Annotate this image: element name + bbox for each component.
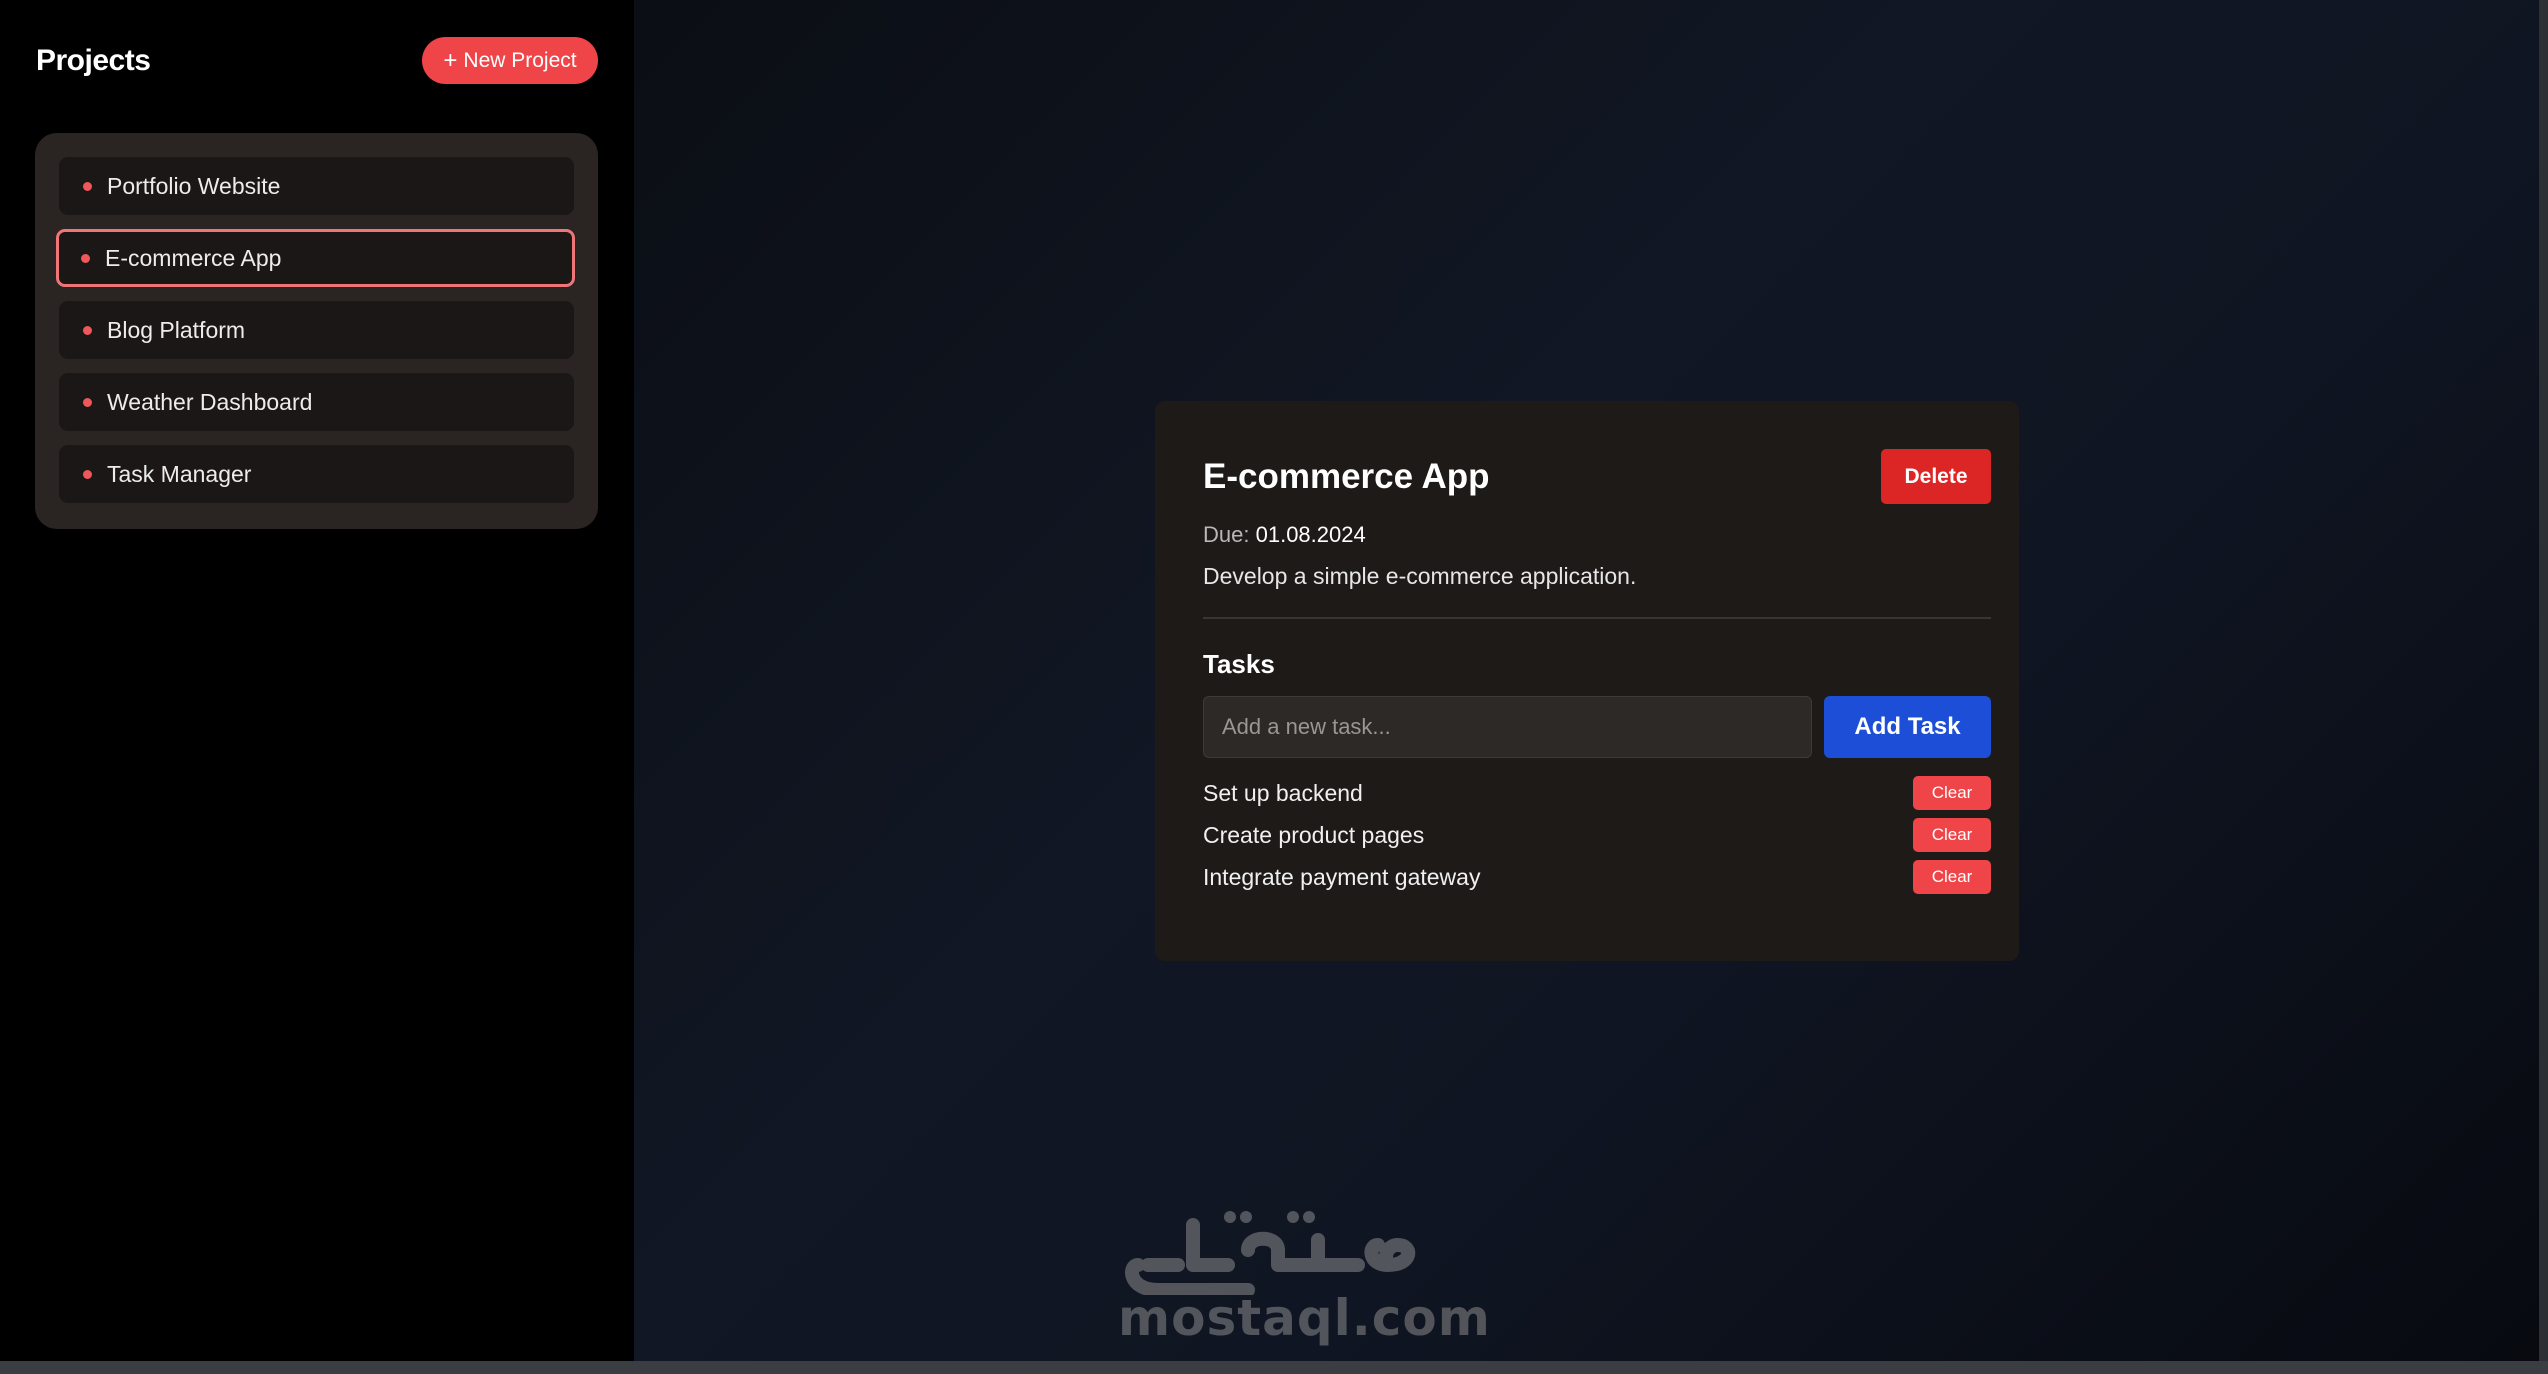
sidebar: Projects + New Project Portfolio Website… <box>0 0 634 1361</box>
watermark-logo: mostaql.com <box>1118 1195 1491 1347</box>
task-row: Set up backend Clear <box>1203 772 1991 814</box>
project-item-portfolio-website[interactable]: Portfolio Website <box>59 157 574 215</box>
project-list: Portfolio Website E-commerce App Blog Pl… <box>35 133 598 529</box>
task-row: Create product pages Clear <box>1203 814 1991 856</box>
new-task-input[interactable] <box>1203 696 1812 758</box>
tasks-heading: Tasks <box>1203 649 1275 679</box>
plus-icon: + <box>443 46 458 74</box>
clear-task-button[interactable]: Clear <box>1913 860 1991 894</box>
bullet-icon <box>83 469 92 479</box>
clear-task-button[interactable]: Clear <box>1913 776 1991 810</box>
project-item-label: Portfolio Website <box>107 172 281 199</box>
project-title: E-commerce App <box>1203 457 1490 496</box>
project-item-label: Task Manager <box>107 460 252 487</box>
bullet-icon <box>83 181 92 191</box>
bullet-icon <box>81 253 90 263</box>
bullet-icon <box>83 397 92 407</box>
window-edge <box>0 1361 2548 1374</box>
project-description: Develop a simple e-commerce application. <box>1203 563 1637 589</box>
new-project-label: New Project <box>463 48 577 72</box>
project-detail-card: E-commerce App Delete Due: 01.08.2024 De… <box>1155 401 2019 961</box>
window-edge <box>2539 0 2548 1374</box>
task-text: Create product pages <box>1203 821 1425 848</box>
due-label: Due: <box>1203 522 1250 547</box>
project-item-ecommerce-app[interactable]: E-commerce App <box>56 229 575 287</box>
project-item-task-manager[interactable]: Task Manager <box>59 445 574 503</box>
main-content: E-commerce App Delete Due: 01.08.2024 De… <box>634 0 2539 1361</box>
delete-project-button[interactable]: Delete <box>1881 449 1991 504</box>
due-value: 01.08.2024 <box>1255 522 1366 547</box>
task-list: Set up backend Clear Create product page… <box>1203 772 1991 898</box>
bullet-icon <box>83 325 92 335</box>
divider <box>1203 617 1991 619</box>
project-item-label: Blog Platform <box>107 316 246 343</box>
project-item-weather-dashboard[interactable]: Weather Dashboard <box>59 373 574 431</box>
project-item-blog-platform[interactable]: Blog Platform <box>59 301 574 359</box>
sidebar-title: Projects <box>36 44 151 77</box>
task-row: Integrate payment gateway Clear <box>1203 856 1991 898</box>
clear-task-button[interactable]: Clear <box>1913 818 1991 852</box>
new-project-button[interactable]: + New Project <box>422 37 598 84</box>
add-task-button[interactable]: Add Task <box>1824 696 1991 758</box>
app-window: Projects + New Project Portfolio Website… <box>0 0 2539 1361</box>
task-text: Set up backend <box>1203 779 1363 806</box>
project-item-label: E-commerce App <box>105 244 282 271</box>
task-text: Integrate payment gateway <box>1203 863 1481 890</box>
mostaql-logo-icon <box>1125 1211 1416 1295</box>
watermark-text: mostaql.com <box>1118 1289 1491 1347</box>
due-date: Due: 01.08.2024 <box>1203 522 1366 548</box>
project-item-label: Weather Dashboard <box>107 388 313 415</box>
